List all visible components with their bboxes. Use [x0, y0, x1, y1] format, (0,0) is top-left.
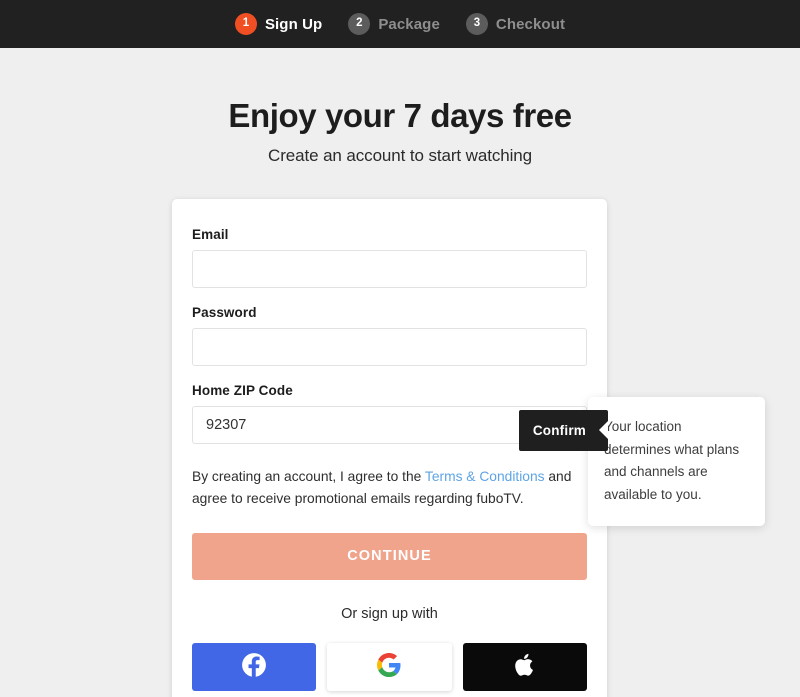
signup-card-region: Email Password Home ZIP Code Confirm By …	[0, 198, 800, 697]
step-number-badge: 3	[465, 13, 488, 35]
email-input[interactable]	[192, 249, 587, 288]
step-label: Package	[378, 15, 440, 33]
signup-form-card: Email Password Home ZIP Code Confirm By …	[172, 198, 608, 697]
facebook-signup-button[interactable]	[192, 642, 317, 691]
email-label: Email	[192, 226, 229, 242]
page-title: Enjoy your 7 days free	[228, 97, 572, 134]
tooltip-arrow-notch-icon	[599, 421, 608, 440]
apple-icon	[513, 653, 537, 680]
continue-button[interactable]: CONTINUE	[192, 532, 587, 580]
facebook-icon	[241, 652, 267, 681]
step-label: Checkout	[495, 15, 566, 33]
step-number-badge: 1	[234, 13, 257, 35]
password-input[interactable]	[192, 327, 587, 366]
google-icon	[377, 653, 401, 680]
terms-prefix: By creating an account, I agree to the	[192, 468, 425, 484]
social-signup-row	[192, 642, 587, 691]
tooltip-body-text: Your location determines what plans and …	[604, 418, 740, 502]
step-checkout[interactable]: 3 Checkout	[465, 13, 566, 35]
step-package[interactable]: 2 Package	[348, 13, 440, 35]
page-subtitle: Create an account to start watching	[268, 145, 532, 165]
password-field-group: Password	[192, 305, 587, 366]
apple-signup-button[interactable]	[462, 642, 587, 691]
step-sign-up[interactable]: 1 Sign Up	[234, 13, 323, 35]
confirm-zip-label: Confirm	[532, 422, 586, 438]
terms-and-conditions-link[interactable]: Terms & Conditions	[425, 469, 545, 484]
zip-field-group: Home ZIP Code Confirm	[192, 382, 608, 451]
social-divider-text: Or sign up with	[341, 605, 438, 622]
step-number-badge: 2	[348, 13, 371, 35]
zip-label: Home ZIP Code	[192, 382, 293, 398]
hero-section: Enjoy your 7 days free Create an account…	[0, 48, 800, 166]
terms-text: By creating an account, I agree to the T…	[192, 466, 587, 511]
google-signup-button[interactable]	[327, 642, 452, 691]
email-field-group: Email	[192, 227, 587, 288]
signup-stepper: 1 Sign Up 2 Package 3 Checkout	[0, 0, 800, 48]
password-label: Password	[192, 304, 257, 320]
step-label: Sign Up	[264, 15, 323, 33]
confirm-zip-button[interactable]: Confirm	[518, 409, 608, 451]
zip-location-tooltip: Your location determines what plans and …	[588, 396, 765, 526]
